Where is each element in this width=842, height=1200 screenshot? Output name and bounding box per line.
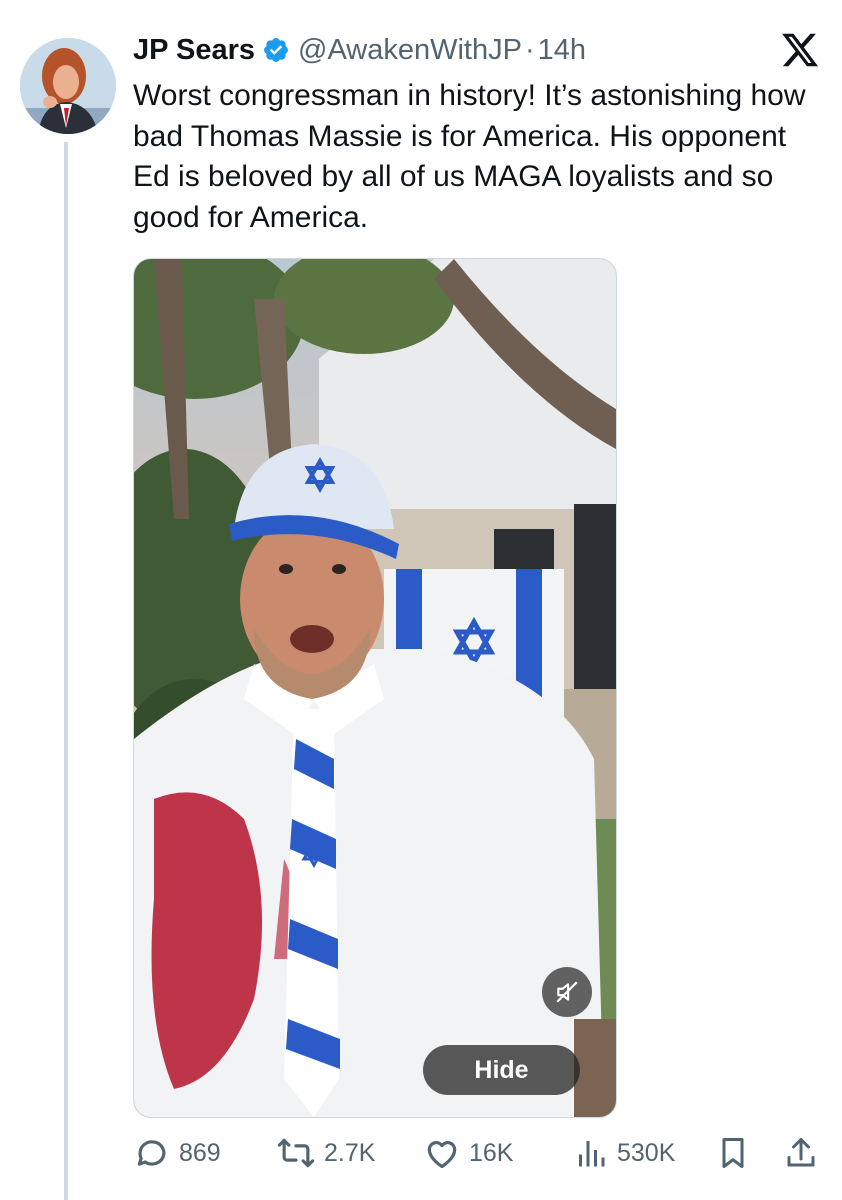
bar-chart-icon (579, 1141, 605, 1167)
video-player[interactable]: Hide (133, 258, 617, 1118)
tweet-text: Worst congressman in history! It’s aston… (133, 79, 806, 234)
repost-arrows-icon (277, 1138, 315, 1168)
speaker-muted-icon (556, 981, 578, 1003)
tweet-header: JP Sears @AwakenWithJP · 14h (133, 30, 586, 70)
repost-button[interactable]: 2.7K (276, 1128, 375, 1178)
action-bar: 869 2.7K 16K 530K (133, 1128, 823, 1178)
verified-badge-icon (264, 38, 288, 62)
bookmark-icon (722, 1138, 744, 1168)
share-upload-icon (787, 1138, 815, 1167)
mute-toggle-button[interactable] (542, 967, 592, 1017)
separator-dot: · (524, 33, 535, 66)
timestamp[interactable]: 14h (538, 34, 586, 67)
like-button[interactable]: 16K (423, 1128, 513, 1178)
thread-line (64, 142, 68, 1200)
reply-button[interactable]: 869 (133, 1128, 221, 1178)
x-logo-icon[interactable] (780, 30, 820, 70)
speech-bubble-icon (137, 1140, 166, 1166)
view-count: 530K (617, 1138, 676, 1167)
share-button[interactable] (783, 1128, 827, 1178)
avatar[interactable] (20, 38, 116, 134)
hide-button[interactable]: Hide (423, 1045, 580, 1095)
reply-count: 869 (179, 1138, 221, 1167)
repost-count: 2.7K (324, 1138, 376, 1167)
author-handle[interactable]: @AwakenWithJP (298, 34, 522, 67)
like-count: 16K (469, 1138, 514, 1167)
bookmark-button[interactable] (715, 1128, 759, 1178)
views-button[interactable]: 530K (573, 1128, 675, 1178)
heart-icon (427, 1141, 457, 1169)
author-name[interactable]: JP Sears (133, 34, 255, 67)
